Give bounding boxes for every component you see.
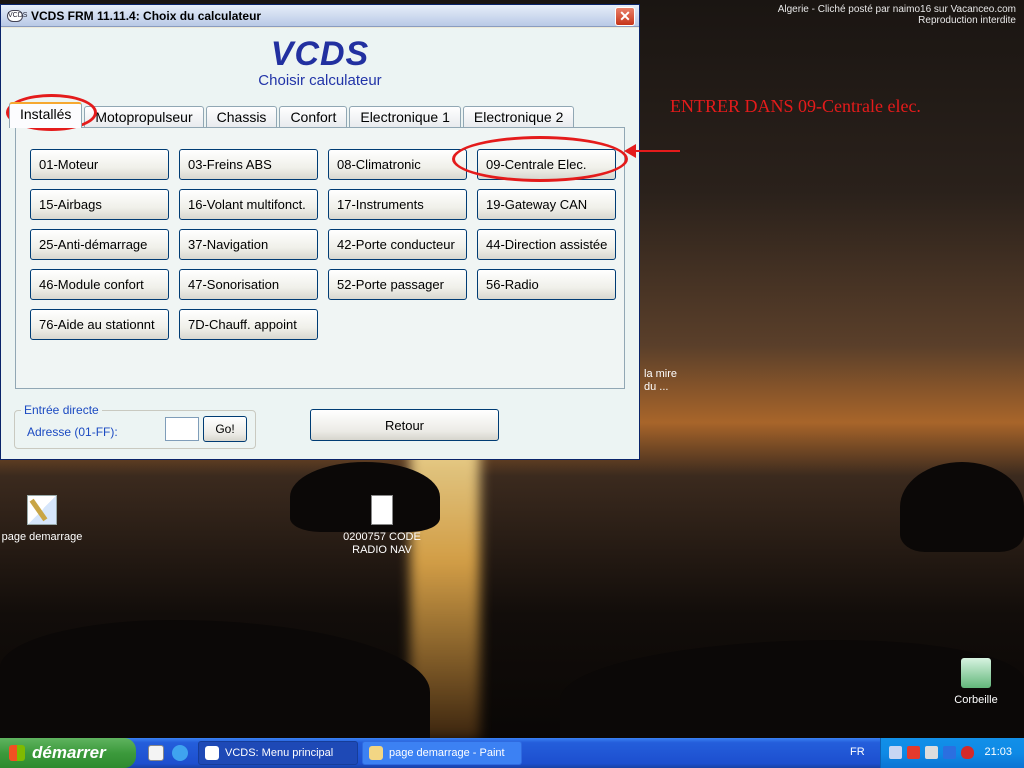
address-label: Adresse (01-FF): bbox=[27, 425, 118, 439]
module-button-46-module-confort[interactable]: 46-Module confort bbox=[30, 269, 169, 300]
vcds-window: VCDS VCDS FRM 11.11.4: Choix du calculat… bbox=[0, 4, 640, 460]
desktop-icon-label: Corbeille bbox=[954, 694, 998, 706]
retour-button[interactable]: Retour bbox=[310, 409, 499, 441]
module-button-52-porte-passager[interactable]: 52-Porte passager bbox=[328, 269, 467, 300]
go-button[interactable]: Go! bbox=[203, 416, 247, 442]
module-button-16-volant[interactable]: 16-Volant multifonct. bbox=[179, 189, 318, 220]
paint-app-icon bbox=[369, 746, 383, 760]
desktop-icon-code-radio[interactable]: 0200757 CODE RADIO NAV bbox=[334, 495, 430, 557]
language-indicator[interactable]: FR bbox=[850, 746, 865, 758]
desktop-icon-label-line-1: la mire bbox=[644, 368, 678, 380]
module-button-03-freins-abs[interactable]: 03-Freins ABS bbox=[179, 149, 318, 180]
tab-motopropulseur[interactable]: Motopropulseur bbox=[84, 106, 204, 128]
network-tray-icon[interactable] bbox=[889, 746, 902, 759]
modules-panel: 01-Moteur 03-Freins ABS 08-Climatronic 0… bbox=[15, 127, 625, 389]
desktop-icon-label-line-1: 0200757 CODE bbox=[343, 531, 421, 543]
address-input[interactable] bbox=[165, 417, 199, 441]
tab-installes[interactable]: Installés bbox=[9, 102, 83, 128]
annotation-text: ENTRER DANS 09-Centrale elec. bbox=[670, 96, 921, 116]
windows-logo-icon bbox=[9, 745, 25, 761]
desktop-icon-label-line-2: du ... bbox=[644, 381, 669, 393]
taskbar: démarrer VCDS: Menu principal page demar… bbox=[0, 738, 1024, 768]
paint-file-icon bbox=[27, 495, 57, 525]
brand-title: VCDS bbox=[270, 35, 370, 73]
brand-header: VCDS Choisir calculateur bbox=[1, 36, 639, 89]
security-tray-icon[interactable] bbox=[907, 746, 920, 759]
clock[interactable]: 21:03 bbox=[984, 746, 1012, 758]
category-tabs: Installés Motopropulseur Chassis Confort… bbox=[9, 102, 576, 128]
monitor-tray-icon[interactable] bbox=[943, 746, 956, 759]
rock-island-right bbox=[900, 462, 1024, 552]
direct-entry-legend: Entrée directe bbox=[21, 403, 102, 417]
module-button-17-instruments[interactable]: 17-Instruments bbox=[328, 189, 467, 220]
volume-tray-icon[interactable] bbox=[925, 746, 938, 759]
direct-entry-group: Entrée directe Adresse (01-FF): Go! bbox=[14, 403, 256, 449]
module-button-56-radio[interactable]: 56-Radio bbox=[477, 269, 616, 300]
desktop-icon-page-demarrage[interactable]: page demarrage bbox=[0, 495, 90, 544]
watermark-line-2: Reproduction interdite bbox=[918, 15, 1016, 26]
task-label: VCDS: Menu principal bbox=[225, 747, 334, 759]
internet-explorer-icon[interactable] bbox=[172, 745, 188, 761]
module-button-19-gateway-can[interactable]: 19-Gateway CAN bbox=[477, 189, 616, 220]
quicklaunch-explorer-icon[interactable] bbox=[148, 745, 164, 761]
module-button-25-anti-demarrage[interactable]: 25-Anti-démarrage bbox=[30, 229, 169, 260]
rock-shore-left bbox=[0, 620, 430, 740]
module-button-47-sonorisation[interactable]: 47-Sonorisation bbox=[179, 269, 318, 300]
task-button-vcds[interactable]: VCDS: Menu principal bbox=[198, 741, 358, 765]
desktop-icon-label: page demarrage bbox=[1, 531, 83, 543]
task-button-paint[interactable]: page demarrage - Paint bbox=[362, 741, 522, 765]
desktop-icon-la-mire[interactable]: la mire du ... bbox=[612, 368, 708, 394]
vcds-app-icon: VCDS bbox=[7, 9, 27, 22]
start-label: démarrer bbox=[32, 743, 106, 762]
module-button-09-centrale-elec[interactable]: 09-Centrale Elec. bbox=[477, 149, 616, 180]
annotation-arrow-head bbox=[624, 144, 636, 158]
task-label: page demarrage - Paint bbox=[389, 747, 505, 759]
tab-confort[interactable]: Confort bbox=[279, 106, 348, 128]
tab-electronique-2[interactable]: Electronique 2 bbox=[462, 106, 575, 128]
module-button-15-airbags[interactable]: 15-Airbags bbox=[30, 189, 169, 220]
close-button[interactable]: ✕ bbox=[615, 7, 635, 26]
recycle-bin-icon bbox=[961, 658, 991, 688]
module-button-01-moteur[interactable]: 01-Moteur bbox=[30, 149, 169, 180]
system-tray: 21:03 bbox=[880, 738, 1024, 768]
module-button-76-aide-stationnement[interactable]: 76-Aide au stationnt bbox=[30, 309, 169, 340]
window-client-area: VCDS Choisir calculateur Installés Motop… bbox=[1, 28, 639, 459]
window-title: VCDS FRM 11.11.4: Choix du calculateur bbox=[31, 8, 262, 23]
desktop-icon-corbeille[interactable]: Corbeille bbox=[928, 658, 1024, 707]
photo-watermark: Algerie - Cliché posté par naimo16 sur V… bbox=[778, 4, 1016, 26]
module-button-44-direction-assistee[interactable]: 44-Direction assistée bbox=[477, 229, 616, 260]
text-file-icon bbox=[371, 495, 393, 525]
tab-electronique-1[interactable]: Electronique 1 bbox=[349, 106, 461, 128]
brand-subtitle: Choisir calculateur bbox=[258, 72, 382, 89]
tab-chassis[interactable]: Chassis bbox=[205, 106, 278, 128]
start-button[interactable]: démarrer bbox=[0, 738, 136, 768]
module-button-7d-chauff-appoint[interactable]: 7D-Chauff. appoint bbox=[179, 309, 318, 340]
module-button-42-porte-conducteur[interactable]: 42-Porte conducteur bbox=[328, 229, 467, 260]
vcds-app-icon bbox=[205, 746, 219, 760]
module-button-08-climatronic[interactable]: 08-Climatronic bbox=[328, 149, 467, 180]
desktop-icon-label-line-2: RADIO NAV bbox=[352, 544, 412, 556]
module-button-37-navigation[interactable]: 37-Navigation bbox=[179, 229, 318, 260]
antivirus-shield-icon[interactable] bbox=[961, 746, 974, 759]
window-titlebar[interactable]: VCDS VCDS FRM 11.11.4: Choix du calculat… bbox=[1, 5, 639, 27]
watermark-line-1: Algerie - Cliché posté par naimo16 sur V… bbox=[777, 4, 1016, 15]
